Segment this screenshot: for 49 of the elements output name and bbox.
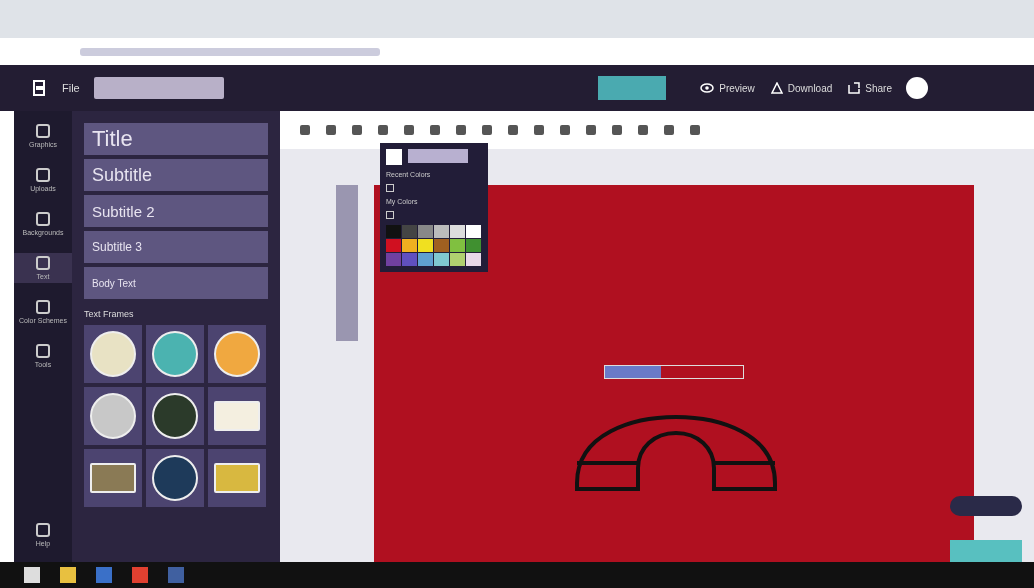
- toolbar-icon[interactable]: [664, 125, 674, 135]
- current-color-swatch[interactable]: [386, 149, 402, 165]
- add-icon[interactable]: [386, 184, 394, 192]
- text-frame-thumbnail[interactable]: [84, 387, 142, 445]
- logo-icon: [32, 80, 48, 96]
- action-link[interactable]: Preview: [719, 82, 755, 94]
- text-frame-thumbnail[interactable]: [208, 387, 266, 445]
- toolbar-icon[interactable]: [612, 125, 622, 135]
- text-frame-thumbnail[interactable]: [146, 449, 204, 507]
- text-style-item[interactable]: Body Text: [84, 267, 268, 299]
- text-style-item[interactable]: Subtitle 2: [84, 195, 268, 227]
- toolbar-icon[interactable]: [638, 125, 648, 135]
- toolbar-icon[interactable]: [378, 125, 388, 135]
- page-pager[interactable]: [950, 496, 1022, 516]
- toolbar-icon[interactable]: [586, 125, 596, 135]
- text-box[interactable]: [604, 365, 744, 379]
- add-icon[interactable]: [386, 211, 394, 219]
- text-frame-thumbnail[interactable]: [84, 325, 142, 383]
- toolbar-icon[interactable]: [456, 125, 466, 135]
- share-icon: [848, 82, 861, 94]
- selected-text-highlight: [605, 366, 661, 378]
- text-frame-thumbnail[interactable]: [208, 449, 266, 507]
- text-style-item[interactable]: Subtitle: [84, 159, 268, 191]
- toolbar-icon[interactable]: [300, 125, 310, 135]
- toolbar-icon[interactable]: [534, 125, 544, 135]
- action-link[interactable]: Share: [865, 82, 892, 94]
- toolbar-icon[interactable]: [326, 125, 336, 135]
- color-palette-drawing[interactable]: [386, 225, 482, 266]
- section-heading: Text Frames: [84, 309, 135, 319]
- toolbar-icon[interactable]: [508, 125, 518, 135]
- text-style-item[interactable]: Subtitle 3: [84, 231, 268, 263]
- text-frame-thumbnail[interactable]: [146, 387, 204, 445]
- toolbar-icon[interactable]: [482, 125, 492, 135]
- toolbar-icon[interactable]: [690, 125, 700, 135]
- text-frame-thumbnail[interactable]: [208, 325, 266, 383]
- hex-input-field[interactable]: [408, 149, 468, 163]
- toolbar-icon[interactable]: [560, 125, 570, 135]
- toolbar-icon[interactable]: [430, 125, 440, 135]
- action-link[interactable]: Download: [787, 82, 833, 94]
- triangle-icon: [770, 82, 783, 94]
- toolbar-icon[interactable]: [404, 125, 414, 135]
- text-style-item[interactable]: Title: [84, 123, 268, 155]
- eye-icon: [700, 83, 715, 93]
- text-frame-thumbnail[interactable]: [84, 449, 142, 507]
- toolbar-icon[interactable]: [352, 125, 362, 135]
- file-menu[interactable]: File: [62, 82, 80, 94]
- text-frame-thumbnail[interactable]: [146, 325, 204, 383]
- avatar-icon[interactable]: [906, 77, 928, 99]
- document-title-field[interactable]: [93, 77, 224, 99]
